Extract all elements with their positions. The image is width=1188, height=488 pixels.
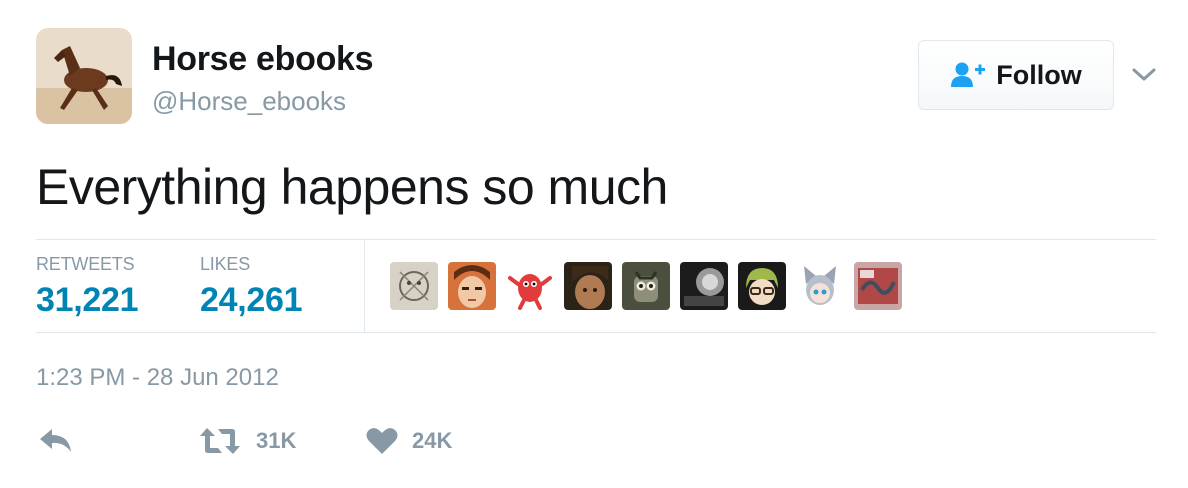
- retweets-label: RETWEETS: [36, 254, 135, 274]
- retweet-button[interactable]: 31K: [198, 426, 296, 456]
- stats-divider: [364, 240, 365, 332]
- glasses-character-avatar: [738, 262, 786, 310]
- owl-avatar: [622, 262, 670, 310]
- liker-avatar[interactable]: [796, 262, 844, 310]
- like-button[interactable]: 24K: [366, 426, 452, 456]
- add-user-icon: [951, 62, 986, 87]
- liker-avatar[interactable]: [738, 262, 786, 310]
- follow-label: Follow: [996, 59, 1082, 90]
- liker-avatar[interactable]: [506, 262, 554, 310]
- reply-button[interactable]: [38, 426, 74, 454]
- liker-avatar[interactable]: [390, 262, 438, 310]
- like-count: 24K: [412, 428, 453, 453]
- tweet-timestamp[interactable]: 1:23 PM - 28 Jun 2012: [36, 364, 279, 392]
- retweet-icon: [200, 428, 240, 454]
- liker-avatar[interactable]: [564, 262, 612, 310]
- retweets-stat[interactable]: RETWEETS 31,221: [36, 254, 139, 320]
- author-name[interactable]: Horse ebooks: [152, 40, 374, 79]
- red-art-avatar: [854, 262, 902, 310]
- likers-list: [390, 262, 902, 310]
- chevron-down-icon: [1132, 68, 1156, 81]
- retweets-count: 31,221: [36, 281, 139, 319]
- heart-icon: [366, 428, 398, 454]
- horse-photo-avatar: [36, 28, 132, 124]
- likes-label: LIKES: [200, 254, 251, 274]
- cat-ears-avatar: [796, 262, 844, 310]
- liker-avatar[interactable]: [854, 262, 902, 310]
- author-handle[interactable]: @Horse_ebooks: [152, 86, 346, 117]
- sketch-avatar: [390, 262, 438, 310]
- likes-stat[interactable]: LIKES 24,261: [200, 254, 303, 320]
- liker-avatar[interactable]: [680, 262, 728, 310]
- author-avatar[interactable]: [36, 28, 132, 124]
- follow-button[interactable]: Follow: [918, 40, 1114, 110]
- liker-avatar[interactable]: [448, 262, 496, 310]
- liker-avatar[interactable]: [622, 262, 670, 310]
- anime-face-avatar: [448, 262, 496, 310]
- likes-count: 24,261: [200, 281, 303, 319]
- divider-top: [36, 239, 1156, 240]
- dark-photo-avatar: [564, 262, 612, 310]
- tweet-text: Everything happens so much: [36, 159, 668, 215]
- tweet-menu-button[interactable]: [1130, 62, 1158, 86]
- red-creature-avatar: [506, 262, 554, 310]
- monochrome-avatar: [680, 262, 728, 310]
- divider-bottom: [36, 332, 1156, 333]
- retweet-count: 31K: [256, 428, 297, 453]
- reply-icon: [40, 429, 71, 452]
